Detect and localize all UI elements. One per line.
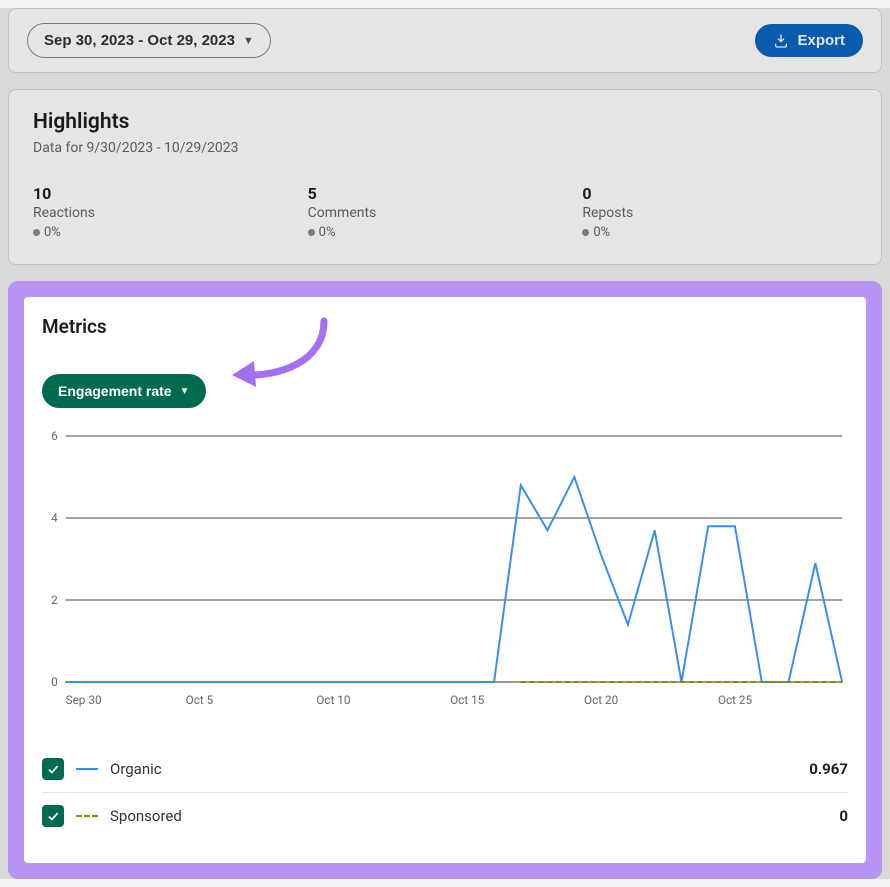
caret-down-icon: ▼ — [243, 35, 254, 47]
stat-reactions: 10 Reactions 0% — [33, 184, 308, 240]
date-range-picker[interactable]: Sep 30, 2023 - Oct 29, 2023 ▼ — [27, 23, 271, 58]
highlights-title: Highlights — [33, 110, 857, 134]
date-range-label: Sep 30, 2023 - Oct 29, 2023 — [44, 32, 235, 49]
stat-delta: 0% — [308, 225, 583, 240]
stat-comments: 5 Comments 0% — [308, 184, 583, 240]
highlights-subtitle: Data for 9/30/2023 - 10/29/2023 — [33, 140, 857, 156]
delta-dot-icon — [308, 229, 315, 236]
highlights-card: Highlights Data for 9/30/2023 - 10/29/20… — [8, 89, 882, 265]
metric-selector-label: Engagement rate — [58, 383, 172, 399]
svg-text:Sep 30: Sep 30 — [66, 693, 102, 707]
stat-delta: 0% — [582, 225, 857, 240]
delta-dot-icon — [33, 229, 40, 236]
stat-reposts: 0 Reposts 0% — [582, 184, 857, 240]
svg-text:Oct 25: Oct 25 — [718, 693, 753, 707]
stat-label: Reposts — [582, 205, 857, 221]
check-icon — [46, 762, 60, 776]
stat-delta: 0% — [33, 225, 308, 240]
stat-value: 0 — [582, 184, 857, 203]
export-button[interactable]: Export — [755, 24, 863, 57]
legend-row-organic: Organic 0.967 — [42, 746, 848, 792]
legend-swatch-organic — [76, 768, 98, 770]
svg-text:4: 4 — [51, 511, 58, 525]
legend-checkbox-organic[interactable] — [42, 758, 64, 780]
legend-swatch-sponsored — [76, 815, 98, 817]
stat-label: Comments — [308, 205, 583, 221]
export-label: Export — [797, 32, 845, 49]
download-icon — [773, 33, 789, 49]
chart-legend: Organic 0.967 Sponsored 0 — [42, 746, 848, 839]
svg-text:Oct 5: Oct 5 — [186, 693, 214, 707]
metrics-title: Metrics — [42, 315, 848, 338]
legend-value: 0 — [839, 807, 848, 825]
delta-dot-icon — [582, 229, 589, 236]
legend-value: 0.967 — [809, 760, 848, 778]
svg-text:6: 6 — [51, 430, 58, 443]
svg-text:Oct 15: Oct 15 — [450, 693, 485, 707]
metrics-highlight-frame: Metrics Engagement rate ▼ 0 2 4 6 Sep 30 Oct … — [8, 281, 882, 879]
svg-text:Oct 20: Oct 20 — [584, 693, 618, 707]
highlights-stats-row: 10 Reactions 0% 5 Comments 0% 0 Reposts … — [33, 184, 857, 240]
stat-value: 5 — [308, 184, 583, 203]
legend-checkbox-sponsored[interactable] — [42, 805, 64, 827]
svg-text:Oct 10: Oct 10 — [316, 693, 350, 707]
stat-value: 10 — [33, 184, 308, 203]
caret-down-icon: ▼ — [180, 386, 190, 397]
stat-label: Reactions — [33, 205, 308, 221]
metric-selector[interactable]: Engagement rate ▼ — [42, 374, 206, 408]
legend-label: Sponsored — [110, 807, 182, 825]
legend-label: Organic — [110, 760, 162, 778]
check-icon — [46, 809, 60, 823]
engagement-chart: 0 2 4 6 Sep 30 Oct 5 Oct 10 Oct 15 Oct 20 Oct 25 — [42, 430, 848, 710]
legend-row-sponsored: Sponsored 0 — [42, 792, 848, 839]
analytics-topbar: Sep 30, 2023 - Oct 29, 2023 ▼ Export — [8, 8, 882, 73]
svg-text:2: 2 — [51, 593, 58, 607]
svg-text:0: 0 — [51, 675, 58, 689]
metrics-card: Metrics Engagement rate ▼ 0 2 4 6 Sep 30 Oct … — [24, 297, 866, 863]
